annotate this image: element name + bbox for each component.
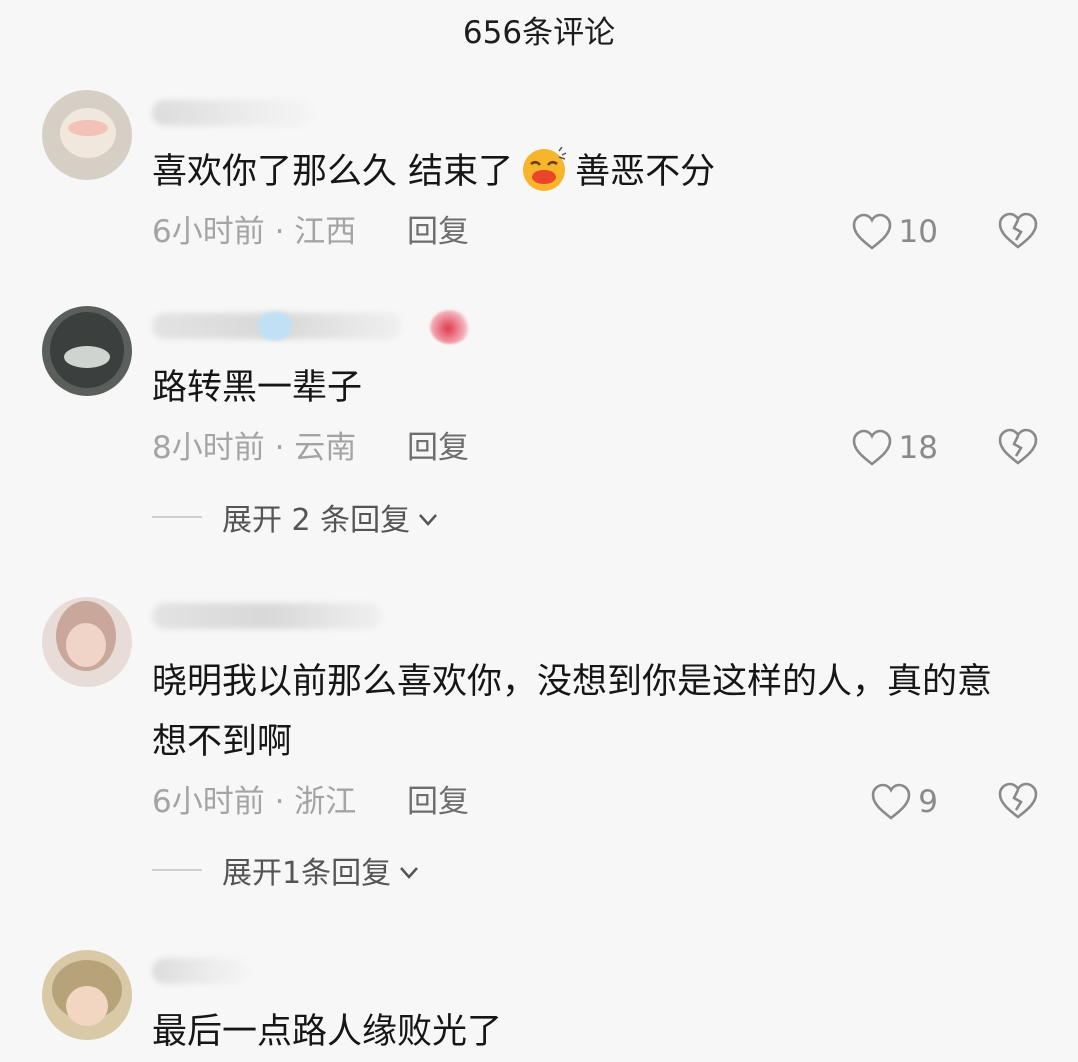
verified-badge-icon <box>258 312 292 340</box>
reply-button[interactable]: 回复 <box>407 212 469 252</box>
avatar[interactable] <box>42 306 132 396</box>
broken-heart-icon <box>998 212 1038 249</box>
like-button[interactable]: 9 <box>870 782 938 822</box>
expand-replies-button[interactable]: 展开 2 条回复 <box>152 497 438 538</box>
broken-heart-icon <box>998 782 1038 819</box>
heart-icon <box>871 783 911 820</box>
dislike-button[interactable] <box>997 212 1039 252</box>
heart-icon <box>852 429 891 466</box>
avatar[interactable] <box>42 90 132 180</box>
divider <box>152 516 202 518</box>
broken-heart-icon <box>998 428 1038 465</box>
like-count: 18 <box>898 430 938 466</box>
dislike-button[interactable] <box>997 782 1039 822</box>
reply-button[interactable]: 回复 <box>407 782 469 822</box>
comments-count-title: 656条评论 <box>462 15 616 51</box>
crying-laughing-emoji-icon <box>521 146 567 193</box>
dislike-button[interactable] <box>997 428 1039 468</box>
heart-icon <box>852 213 891 250</box>
comment-text: 路转黑一辈子 <box>152 368 363 408</box>
divider <box>152 869 202 871</box>
expand-replies-button[interactable]: 展开1条回复 <box>152 850 419 891</box>
username-blurred[interactable] <box>152 958 248 984</box>
comment-meta: 8小时前 · 云南 <box>152 430 357 466</box>
username-blurred[interactable] <box>152 603 382 629</box>
comment-text: 喜欢你了那么久 结束了 善恶不分 <box>152 142 1008 202</box>
reply-button[interactable]: 回复 <box>407 428 469 468</box>
like-count: 9 <box>918 784 938 820</box>
like-button[interactable]: 18 <box>851 428 938 468</box>
username-blurred[interactable] <box>152 100 312 126</box>
like-button[interactable]: 10 <box>851 212 938 252</box>
avatar[interactable] <box>42 597 132 687</box>
comment-text: 晓明我以前那么喜欢你，没想到你是这样的人，真的意想不到啊 <box>152 662 993 762</box>
comment-meta: 6小时前 · 江西 <box>152 214 357 250</box>
chevron-down-icon <box>418 500 438 535</box>
avatar[interactable] <box>42 950 132 1040</box>
comment-text: 最后一点路人缘败光了 <box>152 1012 503 1052</box>
like-count: 10 <box>898 214 938 250</box>
fan-badge-icon <box>430 310 470 344</box>
chevron-down-icon <box>399 853 419 888</box>
comment-meta: 6小时前 · 浙江 <box>152 784 357 820</box>
